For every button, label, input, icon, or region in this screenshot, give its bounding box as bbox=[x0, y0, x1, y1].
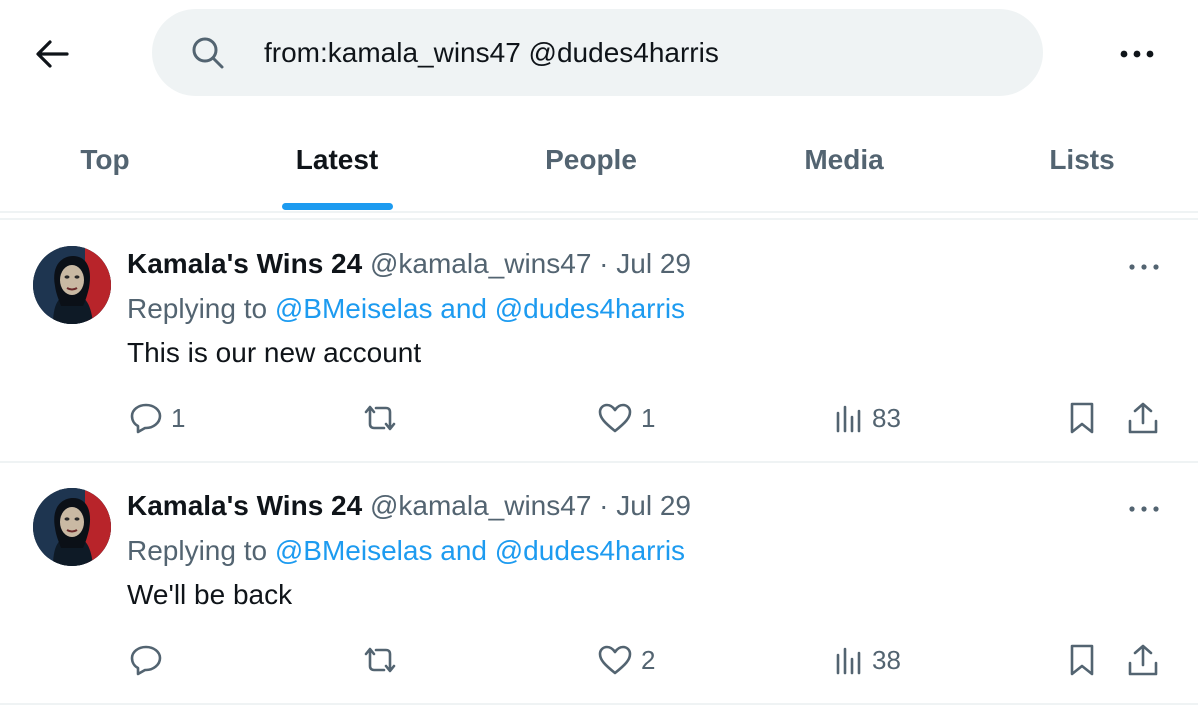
replying-to-label: Replying to bbox=[127, 535, 268, 566]
tweet-header: Kamala's Wins 24 @kamala_wins47 · Jul 29 bbox=[127, 490, 691, 522]
separator: · bbox=[599, 490, 609, 521]
analytics-icon bbox=[836, 405, 861, 433]
views-count: 38 bbox=[872, 644, 901, 675]
reply-count: 1 bbox=[171, 402, 186, 433]
tweet-text: This is our new account bbox=[127, 337, 422, 368]
tweet-more-button[interactable] bbox=[1120, 252, 1168, 282]
share-button[interactable] bbox=[1126, 640, 1160, 680]
more-horizontal-icon bbox=[1129, 506, 1159, 512]
views-button[interactable]: 83 bbox=[834, 398, 901, 438]
author-handle[interactable]: @kamala_wins47 bbox=[370, 490, 591, 521]
like-count: 2 bbox=[641, 644, 656, 675]
retweet-button[interactable] bbox=[360, 398, 408, 438]
views-button[interactable]: 38 bbox=[834, 640, 901, 680]
more-horizontal-icon bbox=[1120, 50, 1154, 58]
tab-label: Latest bbox=[295, 144, 379, 175]
divider bbox=[0, 703, 1198, 705]
analytics-icon bbox=[836, 647, 861, 675]
more-horizontal-icon bbox=[1129, 264, 1159, 270]
mention-link[interactable]: @BMeiselas bbox=[275, 293, 433, 324]
mention-conjunction[interactable]: and bbox=[440, 293, 487, 324]
tab-media[interactable]: Media bbox=[790, 110, 898, 210]
views-count: 83 bbox=[872, 402, 901, 433]
top-bar bbox=[0, 0, 1198, 108]
separator: · bbox=[599, 248, 609, 279]
more-options-button[interactable] bbox=[1113, 36, 1161, 72]
tweet[interactable]: Kamala's Wins 24 @kamala_wins47 · Jul 29… bbox=[0, 220, 1198, 462]
tab-top[interactable]: Top bbox=[60, 110, 150, 210]
reply-icon bbox=[130, 403, 162, 434]
reply-icon bbox=[130, 645, 162, 676]
replying-to: Replying to @BMeiselas and @dudes4harris bbox=[127, 535, 685, 567]
search-icon bbox=[192, 37, 224, 69]
like-button[interactable]: 1 bbox=[597, 398, 655, 438]
replying-to-label: Replying to bbox=[127, 293, 268, 324]
heart-icon bbox=[598, 645, 632, 675]
bookmark-button[interactable] bbox=[1068, 398, 1096, 438]
tweet-date[interactable]: Jul 29 bbox=[616, 248, 691, 279]
retweet-icon bbox=[364, 405, 396, 431]
mention-link[interactable]: @BMeiselas bbox=[275, 535, 433, 566]
reply-button[interactable]: 1 bbox=[129, 398, 185, 438]
tab-people[interactable]: People bbox=[530, 110, 652, 210]
arrow-left-icon bbox=[36, 40, 69, 68]
bookmark-button[interactable] bbox=[1068, 640, 1096, 680]
profile-portrait-image bbox=[33, 246, 111, 324]
divider bbox=[0, 211, 1198, 213]
share-icon bbox=[1128, 402, 1158, 434]
author-name[interactable]: Kamala's Wins 24 bbox=[127, 490, 362, 521]
mention-link[interactable]: @dudes4harris bbox=[495, 293, 685, 324]
tab-latest[interactable]: Latest bbox=[272, 110, 402, 210]
tab-label: Lists bbox=[1049, 144, 1115, 175]
bookmark-icon bbox=[1070, 402, 1094, 434]
avatar[interactable] bbox=[33, 246, 111, 324]
like-count: 1 bbox=[641, 402, 656, 433]
search-input[interactable] bbox=[264, 31, 1004, 75]
search-bar[interactable] bbox=[152, 9, 1043, 96]
tab-lists[interactable]: Lists bbox=[1036, 110, 1128, 210]
bookmark-icon bbox=[1070, 644, 1094, 676]
retweet-icon bbox=[364, 647, 396, 673]
tab-label: People bbox=[545, 144, 637, 175]
tweet-more-button[interactable] bbox=[1120, 494, 1168, 524]
tab-label: Top bbox=[80, 144, 130, 175]
mention-conjunction[interactable]: and bbox=[440, 535, 487, 566]
tweet-date[interactable]: Jul 29 bbox=[616, 490, 691, 521]
reply-button[interactable] bbox=[129, 640, 171, 680]
share-button[interactable] bbox=[1126, 398, 1160, 438]
like-button[interactable]: 2 bbox=[597, 640, 655, 680]
author-name[interactable]: Kamala's Wins 24 bbox=[127, 248, 362, 279]
active-tab-indicator bbox=[282, 203, 393, 210]
share-icon bbox=[1128, 644, 1158, 676]
tab-label: Media bbox=[804, 144, 884, 175]
tweet-header: Kamala's Wins 24 @kamala_wins47 · Jul 29 bbox=[127, 248, 691, 280]
replying-to: Replying to @BMeiselas and @dudes4harris bbox=[127, 293, 685, 325]
avatar[interactable] bbox=[33, 488, 111, 566]
tweet-text: We'll be back bbox=[127, 579, 293, 610]
search-tabs: Top Latest People Media Lists bbox=[0, 110, 1198, 214]
retweet-button[interactable] bbox=[360, 640, 408, 680]
tweet[interactable]: Kamala's Wins 24 @kamala_wins47 · Jul 29… bbox=[0, 462, 1198, 704]
author-handle[interactable]: @kamala_wins47 bbox=[370, 248, 591, 279]
profile-portrait-image bbox=[33, 488, 111, 566]
heart-icon bbox=[598, 403, 632, 433]
mention-link[interactable]: @dudes4harris bbox=[495, 535, 685, 566]
back-button[interactable] bbox=[30, 32, 74, 76]
